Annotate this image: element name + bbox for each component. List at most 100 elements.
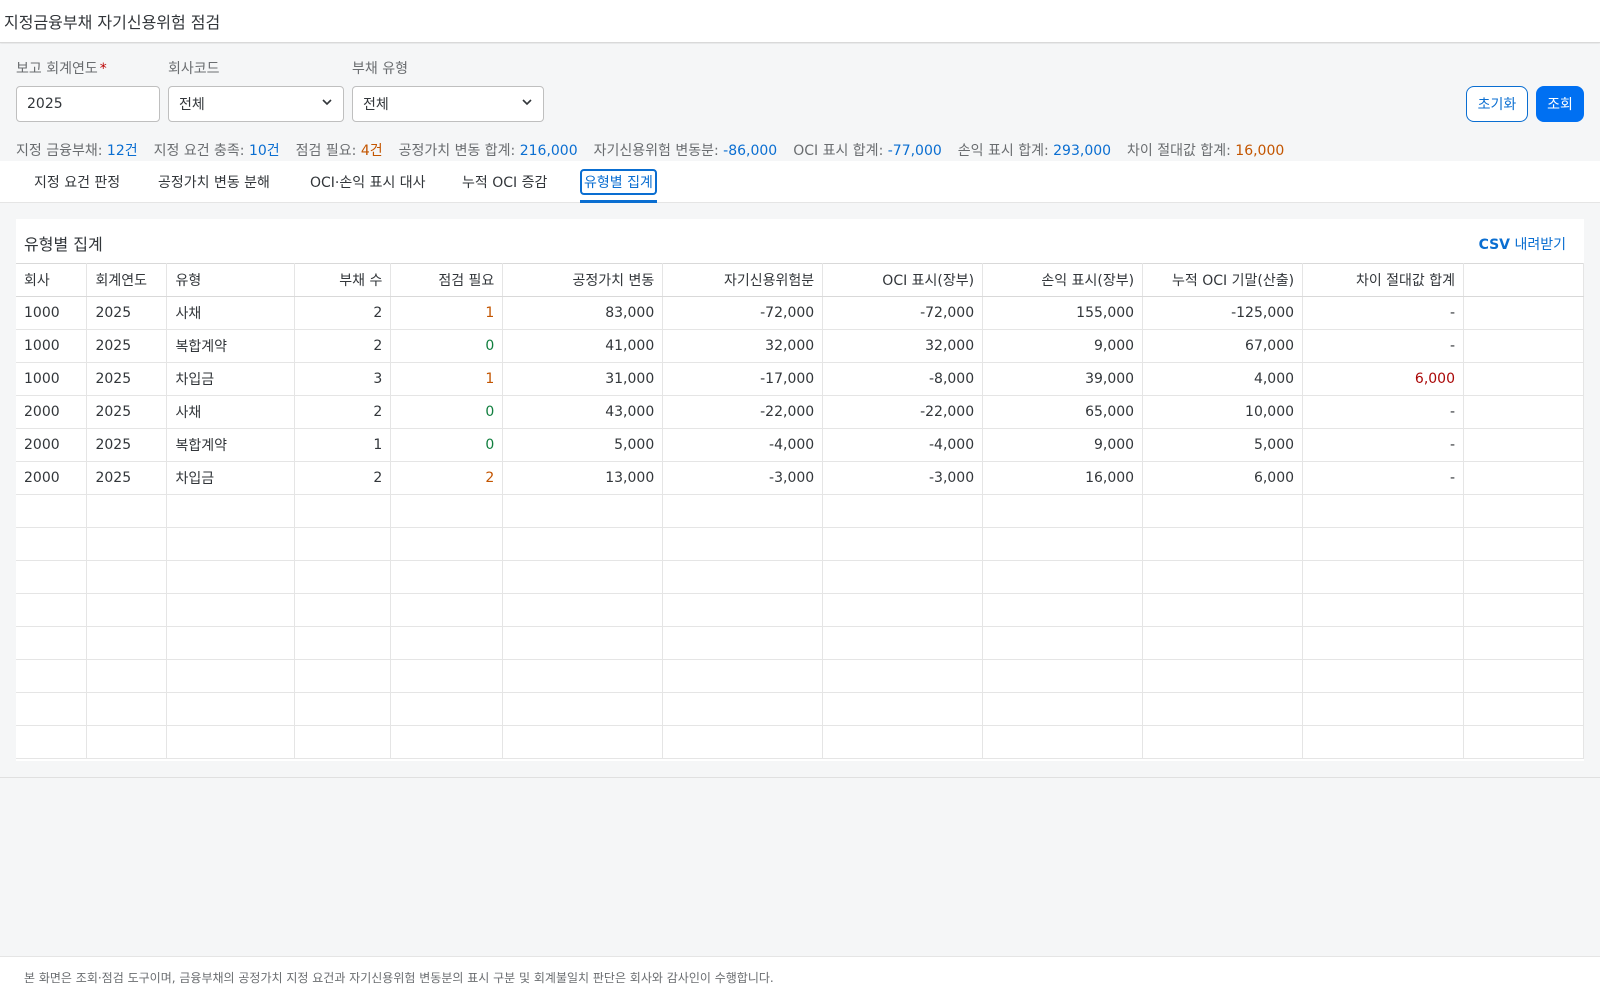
col-header-type[interactable]: 유형 bbox=[166, 263, 296, 297]
tab-cumulative-oci[interactable]: 누적 OCI 증감 bbox=[462, 161, 547, 203]
empty-cell bbox=[16, 626, 88, 660]
table-cell: -8,000 bbox=[822, 362, 984, 396]
summary-bar: 지정 금융부채: 12건 지정 요건 충족: 10건 점검 필요: 4건 공정가… bbox=[16, 140, 1284, 160]
empty-cell bbox=[822, 692, 984, 726]
empty-cell bbox=[982, 692, 1144, 726]
empty-cell bbox=[1142, 692, 1304, 726]
empty-cell bbox=[662, 725, 824, 759]
table-cell: 67,000 bbox=[1142, 329, 1304, 363]
col-header-pl-book[interactable]: 손익 표시(장부) bbox=[982, 263, 1144, 297]
table-cell: 13,000 bbox=[502, 461, 664, 495]
col-header-fair-value-change[interactable]: 공정가치 변동 bbox=[502, 263, 664, 297]
table-cell: 83,000 bbox=[502, 296, 664, 330]
shell-header: 지정금융부채 자기신용위험 점검 bbox=[0, 0, 1600, 43]
tab-fair-value-breakdown[interactable]: 공정가치 변동 분해 bbox=[158, 161, 270, 203]
empty-cell bbox=[1302, 692, 1464, 726]
summary-item: OCI 표시 합계: -77,000 bbox=[793, 143, 942, 159]
col-header-cumulative-oci[interactable]: 누적 OCI 기말(산출) bbox=[1142, 263, 1304, 297]
table-cell: 2025 bbox=[86, 296, 168, 330]
empty-cell bbox=[16, 725, 88, 759]
col-header-liability-count[interactable]: 부채 수 bbox=[294, 263, 392, 297]
col-header-abs-diff-total[interactable]: 차이 절대값 합계 bbox=[1302, 263, 1464, 297]
table-cell: 1 bbox=[294, 428, 392, 462]
year-label: 보고 회계연도 bbox=[16, 61, 98, 77]
empty-row bbox=[16, 659, 1584, 693]
empty-cell bbox=[662, 527, 824, 561]
table-cell-filler bbox=[1463, 461, 1584, 495]
empty-cell bbox=[502, 725, 664, 759]
year-input-value: 2025 bbox=[27, 96, 63, 112]
table-row[interactable]: 1000 2025 차입금 3 1 31,000 -17,000 -8,000 39,000 4,… bbox=[16, 362, 1584, 396]
table-cell: 2025 bbox=[86, 329, 168, 363]
empty-cell bbox=[1142, 626, 1304, 660]
empty-cell bbox=[982, 560, 1144, 594]
table-cell: 2025 bbox=[86, 395, 168, 429]
empty-cell bbox=[1142, 659, 1304, 693]
empty-cell bbox=[822, 725, 984, 759]
search-button[interactable]: 조회 bbox=[1536, 86, 1584, 122]
empty-cell bbox=[502, 494, 664, 528]
empty-cell bbox=[1463, 593, 1584, 627]
csv-download-link[interactable]: CSV 내려받기 bbox=[1479, 234, 1566, 254]
table-cell: 32,000 bbox=[822, 329, 984, 363]
liability-type-select[interactable]: 전체 bbox=[352, 86, 544, 122]
empty-cell bbox=[502, 593, 664, 627]
tab-eligibility[interactable]: 지정 요건 판정 bbox=[34, 161, 120, 203]
table-cell: -17,000 bbox=[662, 362, 824, 396]
col-header-company[interactable]: 회사 bbox=[16, 263, 88, 297]
table-cell: 1000 bbox=[16, 329, 88, 363]
empty-cell bbox=[502, 659, 664, 693]
col-header-own-credit-risk[interactable]: 자기신용위험분 bbox=[662, 263, 824, 297]
liability-type-field: 부채 유형 bbox=[352, 58, 408, 78]
table-cell: 2025 bbox=[86, 461, 168, 495]
table-row[interactable]: 2000 2025 복합계약 1 0 5,000 -4,000 -4,000 9,000 5,00… bbox=[16, 428, 1584, 462]
table-row[interactable]: 1000 2025 사채 2 1 83,000 -72,000 -72,000 155,000-… bbox=[16, 296, 1584, 330]
table-cell: 2000 bbox=[16, 461, 88, 495]
empty-cell bbox=[662, 692, 824, 726]
empty-cell bbox=[502, 527, 664, 561]
footer: 본 화면은 조회·점검 도구이며, 금융부채의 공정가치 지정 요건과 자기신용… bbox=[0, 956, 1600, 1000]
empty-cell bbox=[1463, 626, 1584, 660]
empty-cell bbox=[502, 626, 664, 660]
empty-cell bbox=[1302, 659, 1464, 693]
table-cell: 2 bbox=[390, 461, 504, 495]
empty-cell bbox=[1302, 593, 1464, 627]
table-cell-filler bbox=[1463, 428, 1584, 462]
empty-cell bbox=[390, 626, 504, 660]
reset-button[interactable]: 초기화 bbox=[1466, 86, 1528, 122]
table-cell: - bbox=[1302, 461, 1464, 495]
company-select[interactable]: 전체 bbox=[168, 86, 344, 122]
panel-title: 유형별 집계 bbox=[24, 235, 103, 254]
summary-item: 손익 표시 합계: 293,000 bbox=[957, 143, 1112, 159]
col-header-oci-book[interactable]: OCI 표시(장부) bbox=[822, 263, 984, 297]
table-row[interactable]: 1000 2025 복합계약 2 0 41,000 32,000 32,000 9,000 67,… bbox=[16, 329, 1584, 363]
empty-cell bbox=[1142, 494, 1304, 528]
table-cell: -22,000 bbox=[662, 395, 824, 429]
chevron-down-icon bbox=[322, 99, 332, 106]
col-header-year[interactable]: 회계연도 bbox=[86, 263, 168, 297]
empty-cell bbox=[982, 725, 1144, 759]
empty-cell bbox=[166, 494, 296, 528]
table-cell: 2 bbox=[294, 296, 392, 330]
table-cell: - bbox=[1302, 296, 1464, 330]
table-cell: 복합계약 bbox=[166, 329, 296, 363]
table-cell: 1 bbox=[390, 296, 504, 330]
empty-row bbox=[16, 692, 1584, 726]
tab-bar: 지정 요건 판정 공정가치 변동 분해 OCI·손익 표시 대사 누적 OCI … bbox=[0, 161, 1600, 203]
empty-cell bbox=[1302, 626, 1464, 660]
required-mark: * bbox=[99, 61, 107, 77]
year-field: 보고 회계연도 * bbox=[16, 58, 107, 78]
col-header-review-needed[interactable]: 점검 필요 bbox=[390, 263, 504, 297]
year-input[interactable]: 2025 bbox=[16, 86, 160, 122]
table-row[interactable]: 2000 2025 사채 2 0 43,000 -22,000 -22,000 65,000 10… bbox=[16, 395, 1584, 429]
tab-oci-pl-reconciliation[interactable]: OCI·손익 표시 대사 bbox=[310, 161, 426, 203]
summary-item: 지정 금융부채: 12건 bbox=[16, 143, 138, 159]
table-cell: -3,000 bbox=[662, 461, 824, 495]
empty-cell bbox=[1463, 560, 1584, 594]
tab-summary-by-type[interactable]: 유형별 집계 bbox=[580, 161, 657, 203]
liability-type-select-value: 전체 bbox=[363, 97, 389, 113]
table-cell: 0 bbox=[390, 428, 504, 462]
empty-cell bbox=[294, 692, 392, 726]
table-row[interactable]: 2000 2025 차입금 2 2 13,000 -3,000 -3,000 16,000 6,0… bbox=[16, 461, 1584, 495]
table-cell: -4,000 bbox=[822, 428, 984, 462]
